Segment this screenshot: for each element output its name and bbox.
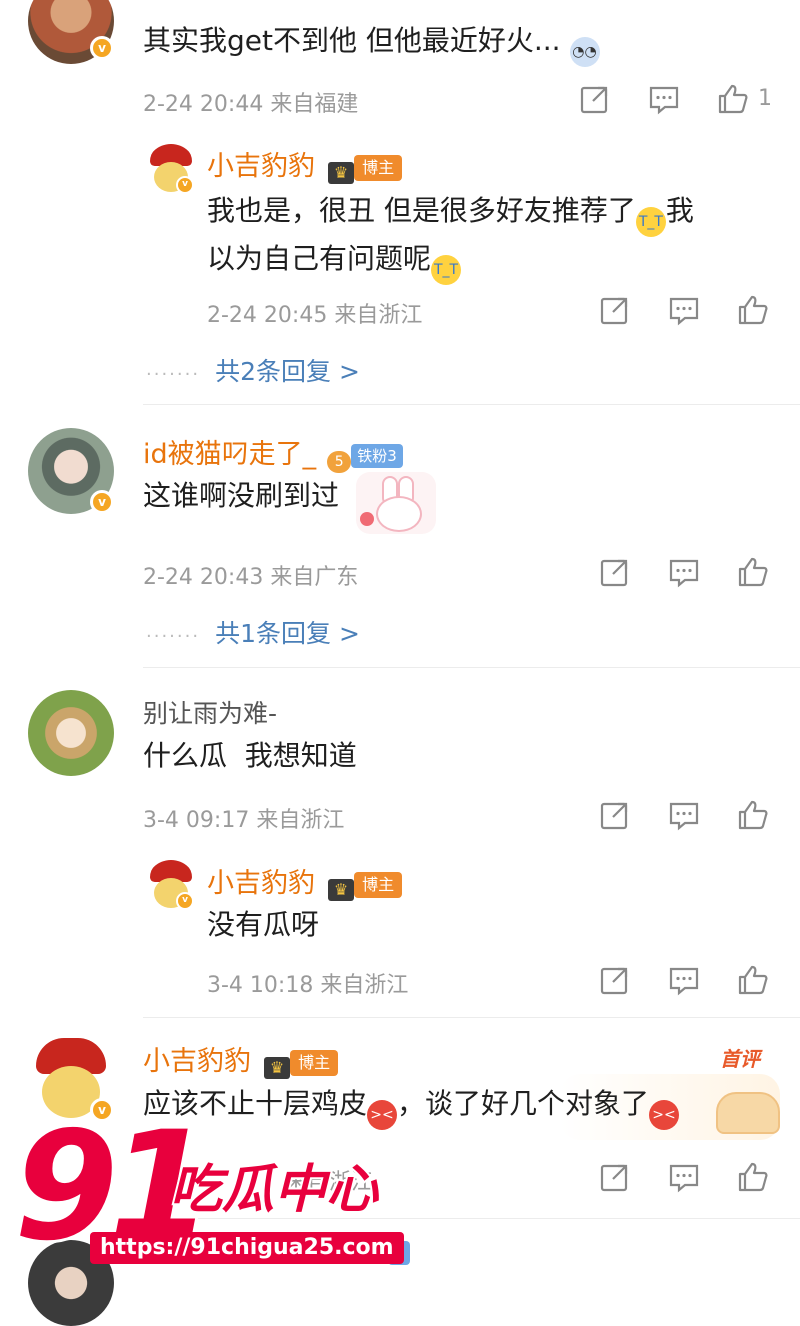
share-icon[interactable] — [598, 1160, 632, 1194]
verified-badge-icon: v — [90, 490, 114, 514]
comment-meta: 3-4 09:17 来自浙江 — [143, 808, 345, 833]
bread-sticker-icon — [716, 1092, 780, 1134]
watermark-title: 吃瓜中心 — [168, 1158, 380, 1222]
shocked-emoji-icon: ◔◔ — [569, 37, 600, 67]
comment-meta: 2-24 20:45 来自浙江 — [207, 303, 423, 328]
username[interactable]: 小吉豹豹 — [143, 1046, 251, 1077]
share-icon[interactable] — [598, 293, 632, 327]
watermark-url: https://91chigua25.com — [90, 1232, 404, 1264]
divider — [143, 404, 800, 405]
comment-meta: 2-24 20:43 来自广东 — [143, 565, 359, 590]
blogger-badge: 博主 — [290, 1050, 339, 1076]
crown-icon: 5 — [327, 451, 352, 473]
blogger-badge: 博主 — [354, 872, 403, 898]
crown-icon: ♛ — [328, 162, 355, 184]
comment-icon[interactable] — [667, 798, 701, 832]
username[interactable]: 别让雨为难- — [143, 694, 277, 730]
avatar[interactable] — [28, 690, 114, 776]
bunny-sticker-icon — [356, 472, 436, 534]
verified-badge-icon: v — [176, 892, 194, 910]
like-icon[interactable] — [736, 555, 770, 589]
username[interactable]: 小吉豹豹 — [207, 151, 315, 182]
comment-meta: 3-4 10:18 来自浙江 — [207, 973, 409, 998]
first-comment-badge: 首评 — [720, 1047, 760, 1071]
dots-divider: ······· — [146, 626, 201, 647]
comment-icon[interactable] — [667, 555, 701, 589]
like-icon[interactable] — [736, 293, 770, 327]
comment-icon[interactable] — [667, 1160, 701, 1194]
view-replies-link[interactable]: 共1条回复 > — [215, 619, 360, 648]
like-icon[interactable] — [716, 82, 750, 116]
share-icon[interactable] — [598, 963, 632, 997]
divider — [143, 667, 800, 668]
comment-text: 什么瓜 我想知道 — [143, 739, 357, 772]
share-icon[interactable] — [598, 555, 632, 589]
crown-icon: ♛ — [328, 879, 355, 901]
comment-icon[interactable] — [667, 293, 701, 327]
verified-badge-icon: v — [90, 36, 114, 60]
angry-emoji-icon: >< — [649, 1100, 680, 1130]
crying-emoji-icon: T_T — [635, 207, 666, 237]
dots-divider: ······· — [146, 364, 201, 385]
like-icon[interactable] — [736, 798, 770, 832]
comment-meta: 2-24 20:44 来自福建 — [143, 92, 359, 117]
share-icon[interactable] — [598, 798, 632, 832]
comment-icon[interactable] — [647, 82, 681, 116]
share-icon[interactable] — [578, 82, 612, 116]
like-icon[interactable] — [736, 963, 770, 997]
verified-badge-icon: v — [176, 176, 194, 194]
comment-text: 其实我get不到他 但他最近好火... ◔◔ — [143, 19, 600, 67]
crown-icon: ♛ — [264, 1057, 291, 1079]
comment-icon[interactable] — [667, 963, 701, 997]
view-replies-link[interactable]: 共2条回复 > — [215, 357, 360, 386]
comment-text: 应该不止十层鸡皮 >< ，谈了好几个对象了 >< — [143, 1082, 680, 1130]
fan-badge: 铁粉3 — [351, 444, 403, 468]
comment-text: 没有瓜呀 — [207, 908, 320, 941]
angry-emoji-icon: >< — [367, 1100, 398, 1130]
comment-text: 我也是，很丑 但是很多好友推荐了 T_T 我 以为自己有问题呢 T_T — [207, 189, 767, 285]
divider — [143, 1017, 800, 1018]
username[interactable]: id被猫叼走了_ — [143, 439, 316, 470]
blogger-badge: 博主 — [354, 155, 403, 181]
like-count: 1 — [758, 86, 772, 111]
comment-text: 这谁啊没刷到过 — [143, 479, 340, 512]
crying-emoji-icon: T_T — [431, 255, 462, 285]
username[interactable]: 小吉豹豹 — [207, 868, 315, 899]
like-icon[interactable] — [736, 1160, 770, 1194]
